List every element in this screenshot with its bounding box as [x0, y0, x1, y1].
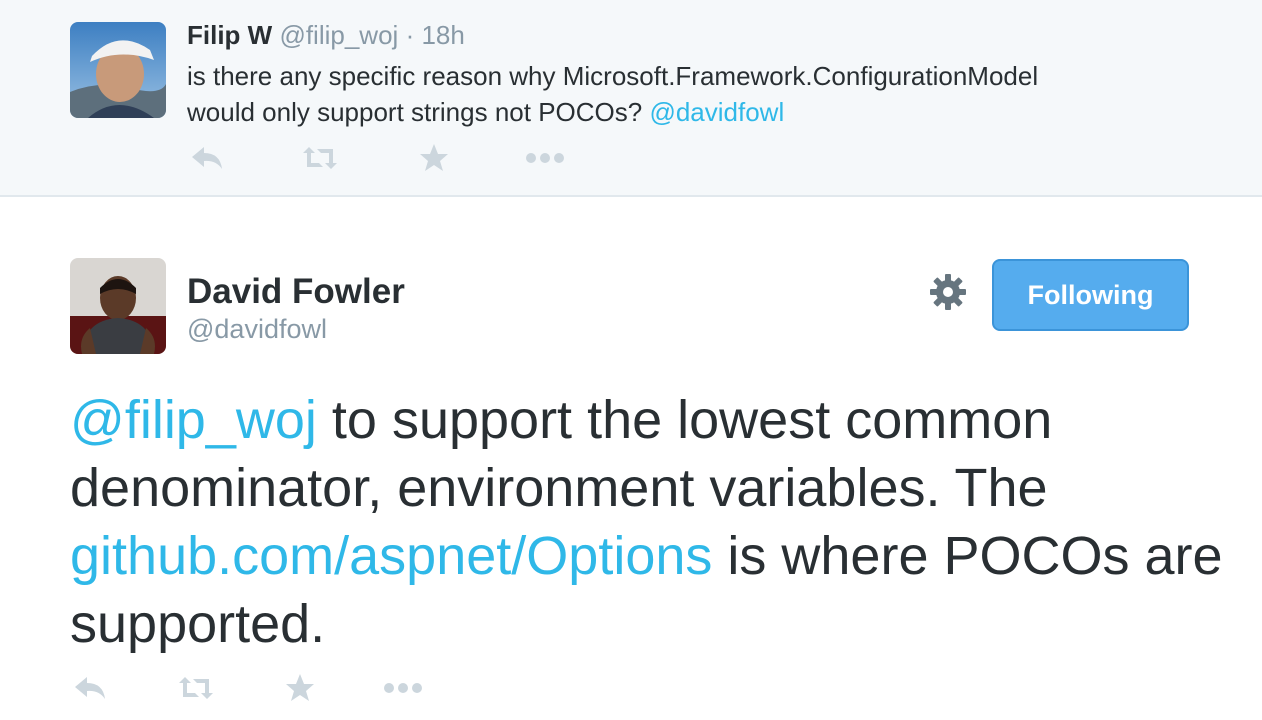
- reply-icon[interactable]: [187, 138, 227, 178]
- avatar-filip[interactable]: [70, 22, 166, 118]
- separator-dot: ·: [405, 20, 415, 50]
- parent-tweet-header: Filip W @filip_woj · 18h: [187, 20, 465, 50]
- more-icon[interactable]: [383, 668, 423, 708]
- parent-tweet-text: is there any specific reason why Microso…: [187, 58, 1187, 130]
- tweet-text-line1: is there any specific reason why Microso…: [187, 61, 1039, 91]
- url-link[interactable]: github.com/aspnet/Options: [70, 526, 712, 586]
- author-handle[interactable]: @filip_woj: [279, 20, 398, 50]
- author-name[interactable]: Filip W: [187, 20, 272, 50]
- mention-link[interactable]: @davidfowl: [649, 97, 784, 127]
- mention-link[interactable]: @filip_woj: [70, 390, 317, 450]
- author-name[interactable]: David Fowler: [187, 272, 405, 312]
- following-button[interactable]: Following: [992, 259, 1189, 331]
- timestamp[interactable]: 18h: [421, 20, 464, 50]
- favorite-icon[interactable]: [414, 138, 454, 178]
- main-tweet-text: @filip_woj to support the lowest common …: [70, 386, 1250, 658]
- retweet-icon[interactable]: [176, 668, 216, 708]
- parent-tweet: Filip W @filip_woj · 18h is there any sp…: [0, 0, 1262, 197]
- tweet-text-line2: would only support strings not POCOs?: [187, 97, 643, 127]
- avatar-david[interactable]: [70, 258, 166, 354]
- gear-icon[interactable]: [928, 272, 968, 312]
- retweet-icon[interactable]: [300, 138, 340, 178]
- author-handle[interactable]: @davidfowl: [187, 314, 327, 345]
- reply-icon[interactable]: [70, 668, 110, 708]
- favorite-icon[interactable]: [280, 668, 320, 708]
- more-icon[interactable]: [525, 138, 565, 178]
